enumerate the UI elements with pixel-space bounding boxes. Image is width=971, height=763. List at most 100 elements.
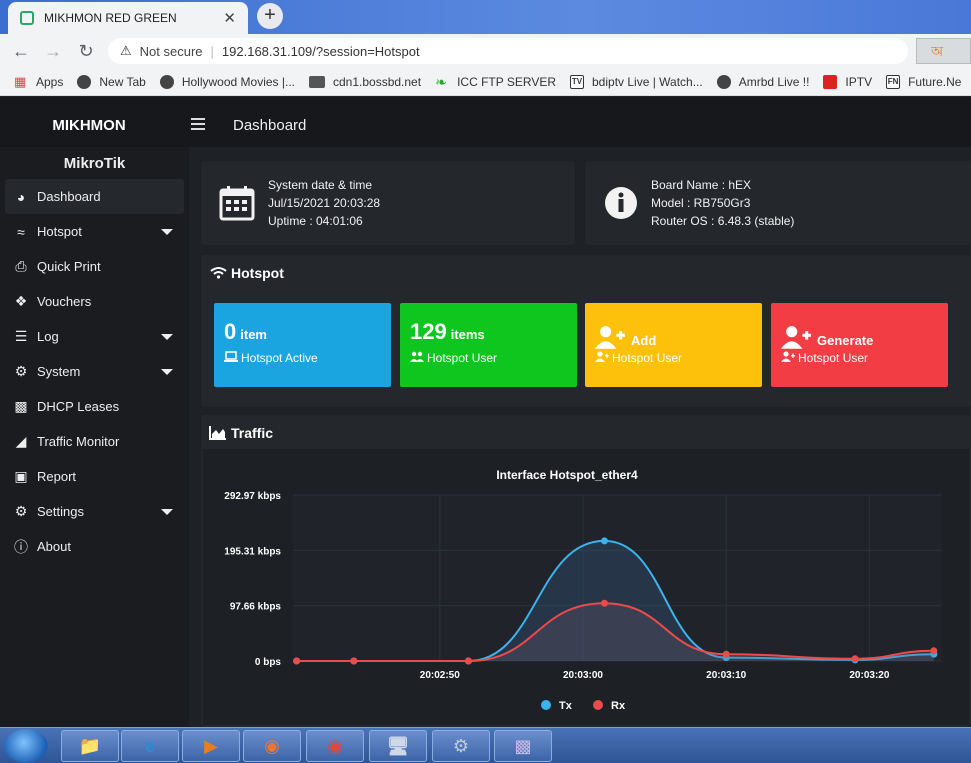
sidebar-item-dashboard[interactable]: ◕ Dashboard — [5, 179, 184, 214]
y-tick-label: 0 bps — [255, 657, 282, 668]
taskbar-button[interactable]: 📁 — [61, 730, 119, 762]
bookmark-item[interactable]: IPTV — [823, 74, 873, 89]
url-text: 192.168.31.109/?session=Hotspot — [221, 43, 420, 59]
bookmark-item[interactable]: ▦ Apps — [14, 74, 63, 89]
hotspot-card[interactable]: 129 items Hotspot User — [400, 303, 577, 387]
user-plus-icon — [781, 351, 795, 362]
card-subtitle: Hotspot User — [595, 351, 682, 365]
print-icon: ⎙ — [15, 258, 27, 274]
new-tab-button[interactable]: + — [257, 3, 283, 29]
taskbar-button[interactable]: 🖥 — [369, 730, 427, 762]
user-plus-icon — [595, 326, 625, 349]
sidebar-item-label: Traffic Monitor — [37, 434, 120, 449]
browser-tab-bar: MIKHMON RED GREEN ✕ + — [0, 0, 971, 34]
card-subtitle-label: Hotspot User — [612, 351, 683, 365]
address-bar-row: ← → ↻ ⚠ Not secure | 192.168.31.109/?ses… — [0, 34, 971, 68]
caret-down-icon[interactable] — [161, 229, 173, 235]
app-brand[interactable]: MIKHMON — [0, 97, 178, 147]
gear-icon: ⚙ — [14, 363, 28, 379]
taskbar-button[interactable]: ◉ — [306, 730, 364, 762]
sidebar-item-label: Hotspot — [37, 224, 82, 239]
bookmark-label: IPTV — [845, 74, 873, 89]
user-plus-icon — [595, 351, 609, 362]
hotspot-card[interactable]: Generate Hotspot User — [771, 303, 948, 387]
bookmark-item[interactable]: Amrbd Live !! — [716, 74, 809, 89]
caret-down-icon[interactable] — [161, 369, 173, 375]
folder-icon — [309, 75, 325, 88]
board-model: Model : RB750Gr3 — [651, 196, 751, 210]
taskbar-button[interactable]: ▩ — [494, 730, 552, 762]
y-tick-label: 292.97 kbps — [224, 491, 281, 502]
start-button[interactable] — [4, 729, 48, 763]
browser-tab[interactable]: MIKHMON RED GREEN ✕ — [8, 2, 248, 34]
page-title: Dashboard — [233, 117, 307, 134]
sidebar-item-label: Report — [37, 469, 77, 484]
top-navbar: MIKHMON Dashboard — [0, 97, 971, 147]
board-name: Board Name : hEX — [651, 178, 752, 192]
sidebar-item-quick-print[interactable]: ⎙ Quick Print — [0, 249, 189, 284]
bookmark-item[interactable]: Hollywood Movies |... — [159, 74, 295, 89]
extension-button[interactable]: অ — [916, 38, 971, 64]
sidebar-item-label: Dashboard — [37, 189, 101, 204]
sidebar-item-system[interactable]: ⚙ System — [0, 354, 189, 389]
sidebar-item-about[interactable]: ⓘ About — [0, 529, 189, 564]
bookmark-item[interactable]: cdn1.bossbd.net — [309, 75, 421, 89]
sidebar-item-label: Settings — [37, 504, 84, 519]
taskbar-button[interactable]: ◉ — [243, 730, 301, 762]
info-circle-icon — [605, 187, 637, 219]
bookmark-item[interactable]: FN Future.Ne — [886, 74, 962, 89]
system-datetime-value: Jul/15/2021 20:03:28 — [268, 196, 381, 210]
sidebar-item-label: Vouchers — [37, 294, 92, 309]
card-subtitle-label: Hotspot User — [798, 351, 869, 365]
caret-down-icon[interactable] — [161, 509, 173, 515]
y-tick-label: 195.31 kbps — [224, 546, 281, 557]
url-separator: | — [210, 43, 214, 59]
bookmark-label: New Tab — [99, 74, 146, 89]
caret-down-icon[interactable] — [161, 334, 173, 340]
bookmarks-bar: ▦ Apps New Tab Hollywood Movies |... cdn1.bo… — [0, 68, 971, 96]
sidebar-item-vouchers[interactable]: ❖ Vouchers — [0, 284, 189, 319]
ticket-icon: ❖ — [14, 293, 28, 309]
reload-icon[interactable]: ↻ — [75, 40, 97, 62]
forward-icon[interactable]: → — [42, 40, 64, 62]
hotspot-card[interactable]: Add Hotspot User — [585, 303, 762, 387]
data-point-rx — [293, 657, 301, 665]
bookmark-item[interactable]: TV bdiptv Live | Watch... — [570, 74, 703, 89]
wifi-icon: ≈ — [17, 223, 25, 240]
card-heading-label: Add — [631, 333, 657, 348]
tab-title: MIKHMON RED GREEN — [44, 11, 177, 25]
sidebar-brand: MikroTik — [63, 155, 126, 172]
bookmark-label: Future.Ne — [908, 74, 962, 89]
sidebar-item-label: Log — [37, 329, 59, 344]
close-tab-icon[interactable]: ✕ — [223, 9, 236, 27]
sidebar-item-label: System — [37, 364, 81, 379]
sidebar-item-settings[interactable]: ⚙ Settings — [0, 494, 189, 529]
calendar-icon — [219, 186, 255, 221]
card-heading: 129 items — [410, 319, 485, 345]
sidebar-item-traffic-monitor[interactable]: ◢ Traffic Monitor — [0, 424, 189, 459]
tool-icon: ⚙ — [452, 735, 470, 756]
leaf-icon: ❧ — [435, 73, 447, 90]
taskbar-button[interactable]: ▶ — [182, 730, 240, 762]
iptv-icon — [823, 74, 838, 89]
x-tick-label: 20:03:00 — [563, 670, 603, 681]
card-subtitle-label: Hotspot User — [427, 351, 498, 365]
sidebar-item-label: Quick Print — [37, 259, 101, 274]
menu-toggle-icon[interactable] — [191, 118, 205, 133]
taskbar-button[interactable]: ⚙ — [432, 730, 490, 762]
back-icon[interactable]: ← — [10, 40, 32, 62]
bookmark-item[interactable]: ❧ ICC FTP SERVER — [435, 75, 556, 89]
sidebar-item-report[interactable]: ▣ Report — [0, 459, 189, 494]
sidebar-item-hotspot[interactable]: ≈ Hotspot — [0, 214, 189, 249]
firefox-icon: ◉ — [264, 735, 280, 756]
taskbar-button[interactable]: e — [121, 730, 179, 762]
system-uptime: Uptime : 04:01:06 — [268, 214, 363, 228]
url-input[interactable]: ⚠ Not secure | 192.168.31.109/?session=H… — [108, 38, 908, 64]
sidebar-item-dhcp-leases[interactable]: ▩ DHCP Leases — [0, 389, 189, 424]
not-secure-label: Not secure — [139, 43, 203, 59]
user-plus-icon — [781, 326, 811, 349]
card-heading: Generate — [781, 325, 873, 350]
sidebar-item-log[interactable]: ☰ Log — [0, 319, 189, 354]
hotspot-card[interactable]: 0 item Hotspot Active — [214, 303, 391, 387]
bookmark-item[interactable]: New Tab — [77, 74, 146, 89]
